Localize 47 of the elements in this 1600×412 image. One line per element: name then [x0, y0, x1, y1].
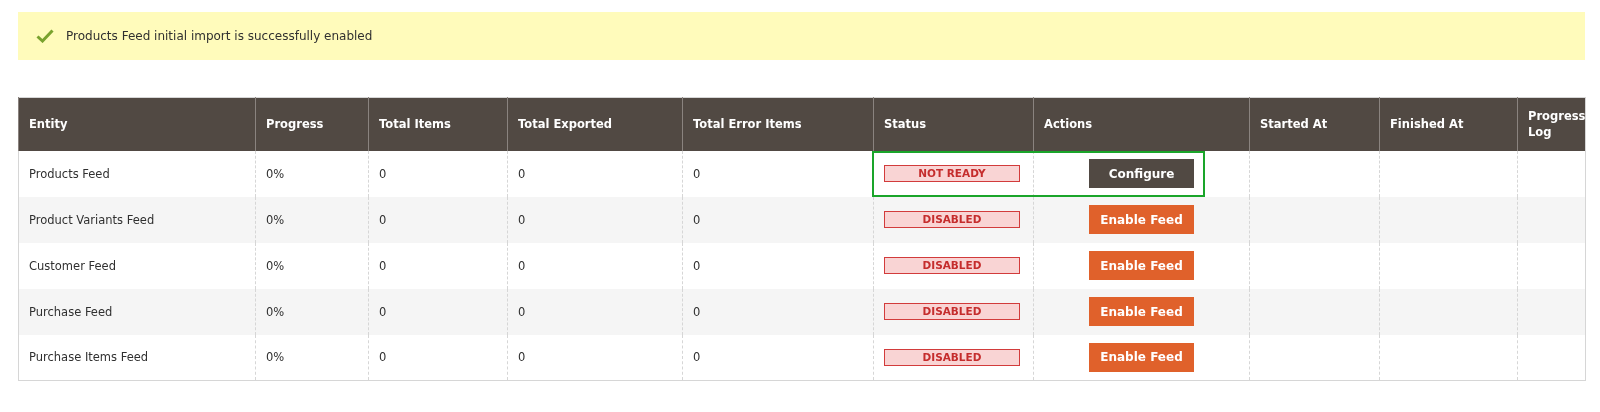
table-cell: 0: [368, 288, 508, 335]
table-cell: 0: [682, 334, 874, 381]
table-cell: Customer Feed: [18, 242, 256, 289]
configure-button[interactable]: Configure: [1089, 159, 1194, 188]
table-cell: 0: [507, 150, 683, 197]
column-header: Started At: [1249, 97, 1380, 151]
table-cell: 0: [507, 196, 683, 243]
enable-feed-button[interactable]: Enable Feed: [1089, 251, 1194, 280]
table-cell: 0%: [255, 288, 369, 335]
table-cell: 0%: [255, 150, 369, 197]
table-cell: 0%: [255, 334, 369, 381]
status-badge: DISABLED: [884, 211, 1020, 228]
table-cell: 0: [682, 150, 874, 197]
checkmark-icon: [36, 29, 54, 43]
table-cell: Purchase Items Feed: [18, 334, 256, 381]
table-cell: 0: [507, 242, 683, 289]
enable-feed-button[interactable]: Enable Feed: [1089, 297, 1194, 326]
column-header: Total Items: [368, 97, 508, 151]
column-header: Status: [873, 97, 1034, 151]
enable-feed-button[interactable]: Enable Feed: [1089, 342, 1194, 372]
status-badge: NOT READY: [884, 165, 1020, 182]
table-cell: 0: [368, 196, 508, 243]
status-badge: DISABLED: [884, 257, 1020, 274]
table-cell: 0: [368, 150, 508, 197]
message-text: Products Feed initial import is successfully enabled: [66, 29, 373, 43]
table-cell: 0: [507, 334, 683, 381]
column-header: Entity: [18, 97, 256, 151]
column-header: Finished At: [1379, 97, 1518, 151]
column-header: Total Error Items: [682, 97, 874, 151]
table-cell: Purchase Feed: [18, 288, 256, 335]
status-badge: DISABLED: [884, 348, 1020, 366]
column-header: Progress Log: [1517, 97, 1586, 151]
table-cell: 0: [682, 196, 874, 243]
column-header: Total Exported: [507, 97, 683, 151]
table-cell: Product Variants Feed: [18, 196, 256, 243]
enable-feed-button[interactable]: Enable Feed: [1089, 205, 1194, 234]
table-cell: 0: [682, 288, 874, 335]
table-cell: Products Feed: [18, 150, 256, 197]
table-cell: 0: [368, 334, 508, 381]
table-cell: 0%: [255, 242, 369, 289]
column-header: Actions: [1033, 97, 1250, 151]
table-cell: 0: [682, 242, 874, 289]
table-cell: 0%: [255, 196, 369, 243]
status-badge: DISABLED: [884, 303, 1020, 320]
table-cell: 0: [368, 242, 508, 289]
column-header: Progress: [255, 97, 369, 151]
table-cell: 0: [507, 288, 683, 335]
